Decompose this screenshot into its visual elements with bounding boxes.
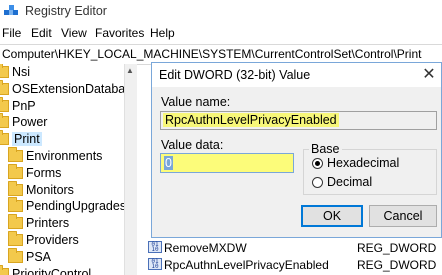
value-type: REG_DWORD <box>357 258 437 272</box>
folder-icon <box>0 64 9 78</box>
tree-item-label: PendingUpgrades <box>26 199 127 214</box>
tree-item-label: Print <box>12 132 42 147</box>
value-data-text[interactable]: 0 <box>164 156 173 170</box>
value-name-label: Value name: <box>161 95 231 109</box>
tree-item[interactable]: PnP <box>0 96 124 116</box>
value-row[interactable]: 01 10 RpcAuthnLevelPrivacyEnabled REG_DWO… <box>0 257 442 273</box>
folder-icon <box>0 79 9 95</box>
menu-help[interactable]: Help <box>150 26 175 40</box>
tree-item-label: OSExtensionDatabase <box>12 81 136 96</box>
menu-edit[interactable]: Edit <box>31 26 52 40</box>
folder-icon <box>8 180 23 196</box>
binary-value-icon: 01 10 <box>148 241 162 253</box>
value-data-label: Value data: <box>161 138 224 152</box>
menu-favorites[interactable]: Favorites <box>95 26 144 40</box>
value-type: REG_DWORD <box>357 241 437 255</box>
value-name: RpcAuthnLevelPrivacyEnabled <box>164 258 329 272</box>
tree-item[interactable]: Print <box>0 130 124 149</box>
base-label: Base <box>309 142 342 156</box>
dialog-title-bar[interactable]: Edit DWORD (32-bit) Value ✕ <box>152 63 441 87</box>
value-row[interactable]: 01 10 RemoveMXDW REG_DWORD <box>0 240 442 256</box>
registry-editor-icon <box>4 5 18 15</box>
tree-item[interactable]: OSExtensionDatabase <box>0 79 136 99</box>
hexadecimal-label[interactable]: Hexadecimal <box>327 156 399 170</box>
tree-item[interactable]: Environments <box>0 147 124 166</box>
folder-icon <box>8 163 23 179</box>
value-name-text: RpcAuthnLevelPrivacyEnabled <box>163 113 339 127</box>
tree-item-label: Nsi <box>12 65 31 79</box>
close-icon[interactable]: ✕ <box>417 64 441 86</box>
folder-icon <box>0 113 9 129</box>
window-title: Registry Editor <box>25 4 107 18</box>
tree-item[interactable]: Power <box>0 113 124 132</box>
value-data-input[interactable]: 0 <box>160 153 294 173</box>
tree-item[interactable]: Forms <box>0 163 124 183</box>
menu-bar: File Edit View Favorites Help <box>0 24 442 44</box>
hexadecimal-radio[interactable] <box>312 158 323 169</box>
cancel-button[interactable]: Cancel <box>369 205 437 227</box>
tree-item[interactable]: Nsi <box>0 64 124 82</box>
folder-icon <box>0 96 9 112</box>
folder-icon <box>8 214 23 230</box>
decimal-label[interactable]: Decimal <box>327 175 372 189</box>
folder-icon <box>0 130 9 146</box>
dialog-title: Edit DWORD (32-bit) Value <box>159 68 311 82</box>
decimal-radio[interactable] <box>312 177 323 188</box>
tree-item-label: Power <box>12 115 48 130</box>
value-name: RemoveMXDW <box>164 241 247 255</box>
tree-item-label: Environments <box>26 149 103 163</box>
tree-item[interactable]: Monitors <box>0 180 124 200</box>
tree-item-label: PnP <box>12 98 36 113</box>
tree-item-label: Forms <box>26 165 62 180</box>
tree-item-label: Printers <box>26 216 70 231</box>
title-bar: Registry Editor <box>0 0 442 24</box>
tree-item[interactable]: PendingUpgrades <box>0 197 127 216</box>
edit-dword-dialog: Edit DWORD (32-bit) Value ✕ Value name: … <box>151 62 442 238</box>
tree-item[interactable]: Printers <box>0 214 124 233</box>
folder-icon <box>8 197 23 213</box>
address-path[interactable]: Computer\HKEY_LOCAL_MACHINE\SYSTEM\Curre… <box>2 47 421 61</box>
tree-item-label: Monitors <box>26 182 74 197</box>
menu-file[interactable]: File <box>2 26 21 40</box>
ok-button[interactable]: OK <box>301 205 363 227</box>
binary-value-icon: 01 10 <box>148 258 162 270</box>
folder-icon <box>8 147 23 162</box>
value-name-field: RpcAuthnLevelPrivacyEnabled <box>160 111 437 130</box>
scroll-up-arrow-icon[interactable]: ▲ <box>126 66 134 75</box>
menu-view[interactable]: View <box>61 26 87 40</box>
